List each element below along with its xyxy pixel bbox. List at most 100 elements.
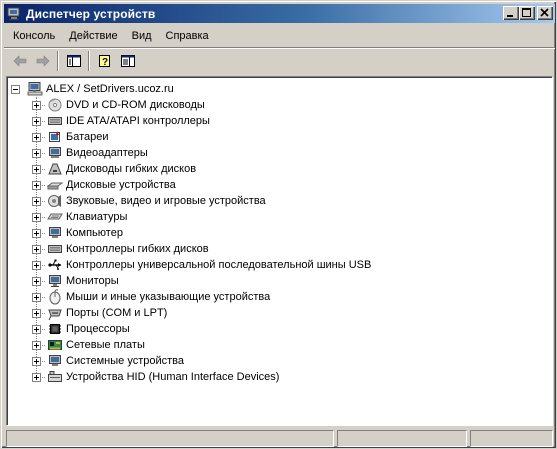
tree-item[interactable]: Устройства HID (Human Interface Devices) [7,369,547,385]
properties-icon [120,55,135,67]
status-cell-middle [337,430,467,447]
ide-controller-icon [47,113,63,129]
tree-item-label: Видеоадаптеры [66,147,148,159]
tree-root-label: ALEX / SetDrivers.ucoz.ru [46,83,174,95]
tree-item-label: Батареи [66,131,109,143]
minimize-icon [507,15,513,17]
expand-icon[interactable] [32,117,41,126]
tree-item[interactable]: Мониторы [7,273,547,289]
floppy-drive-icon [47,161,63,177]
tree-item-label: Компьютер [66,227,123,239]
collapse-icon[interactable] [11,85,20,94]
tree-item[interactable]: Видеоадаптеры [7,145,547,161]
expand-icon[interactable] [32,245,41,254]
window-title: Диспетчер устройств [26,6,156,21]
tree-item-label: Контроллеры универсальной последовательн… [66,259,372,271]
tree-item[interactable]: IDE ATA/ATAPI контроллеры [7,113,547,129]
status-bar [4,429,555,447]
toolbar-separator [88,51,90,71]
tree-item[interactable]: Дисковые устройства [7,177,547,193]
expand-icon[interactable] [32,133,41,142]
properties-button[interactable] [116,50,139,72]
tree-item-label: Сетевые платы [66,339,145,351]
tree-item[interactable]: Процессоры [7,321,547,337]
forward-button[interactable] [31,50,54,72]
title-bar[interactable]: Диспетчер устройств [4,4,555,23]
keyboard-icon [47,209,63,225]
tree-item[interactable]: Системные устройства [7,353,547,369]
toolbar-separator [57,51,59,71]
menu-action[interactable]: Действие [62,28,124,44]
help-icon: ? [98,55,110,68]
expand-icon[interactable] [32,341,41,350]
tree-item-label: Порты (COM и LPT) [66,307,168,319]
network-card-icon [47,337,63,353]
menu-bar: Консоль Действие Вид Справка [4,25,555,46]
expand-icon[interactable] [32,373,41,382]
tree-item[interactable]: Контроллеры универсальной последовательн… [7,257,547,273]
tree-root[interactable]: ALEX / SetDrivers.ucoz.ru [7,81,547,97]
tree-item[interactable]: Компьютер [7,225,547,241]
floppy-controller-icon [47,241,63,257]
expand-icon[interactable] [32,213,41,222]
expand-icon[interactable] [32,357,41,366]
tree-item[interactable]: Мыши и иные указывающие устройства [7,289,547,305]
menu-view[interactable]: Вид [125,28,159,44]
close-icon [540,8,549,17]
expand-icon[interactable] [32,277,41,286]
sound-icon [47,193,63,209]
computer-icon [27,81,43,97]
device-manager-window: Диспетчер устройств Консоль Действие Вид… [0,0,557,449]
tree-item-label: Контроллеры гибких дисков [66,243,209,255]
tree-item[interactable]: Контроллеры гибких дисков [7,241,547,257]
device-tree[interactable]: ALEX / SetDrivers.ucoz.ru DVD и CD-ROM д… [6,76,553,426]
expand-icon[interactable] [32,325,41,334]
close-button[interactable] [537,6,553,20]
tree-item[interactable]: DVD и CD-ROM дисководы [7,97,547,113]
port-icon [47,305,63,321]
expand-icon[interactable] [32,309,41,318]
monitor-icon [47,273,63,289]
show-hide-tree-button[interactable] [62,50,85,72]
show-hide-tree-icon [66,55,81,67]
tree-item[interactable]: Звуковые, видео и игровые устройства [7,193,547,209]
maximize-icon [522,8,531,17]
expand-icon[interactable] [32,261,41,270]
display-adapter-icon [47,145,63,161]
expand-icon[interactable] [32,165,41,174]
tree-item[interactable]: Клавиатуры [7,209,547,225]
toolbar: ? [4,47,555,74]
help-button[interactable]: ? [93,50,116,72]
minimize-button[interactable] [503,6,519,20]
tree-item[interactable]: Батареи [7,129,547,145]
disk-drive-icon [46,177,64,193]
battery-icon [47,129,63,145]
back-button[interactable] [8,50,31,72]
tree-item-label: Звуковые, видео и игровые устройства [66,195,266,207]
menu-help[interactable]: Справка [159,28,216,44]
device-manager-app-icon [6,6,22,22]
tree-item[interactable]: Дисководы гибких дисков [7,161,547,177]
processor-icon [47,321,63,337]
expand-icon[interactable] [32,197,41,206]
maximize-button[interactable] [519,6,535,20]
tree-item-label: Дисковые устройства [66,179,176,191]
tree-item-label: Устройства HID (Human Interface Devices) [66,371,280,383]
usb-icon [47,257,63,273]
tree-item-label: Процессоры [66,323,130,335]
tree-item[interactable]: Порты (COM и LPT) [7,305,547,321]
expand-icon[interactable] [32,229,41,238]
computer-small-icon [47,225,63,241]
expand-icon[interactable] [32,101,41,110]
expand-icon[interactable] [32,149,41,158]
tree-item-label: DVD и CD-ROM дисководы [66,99,205,111]
expand-icon[interactable] [32,293,41,302]
tree-item[interactable]: Сетевые платы [7,337,547,353]
svg-text:?: ? [102,57,108,68]
forward-icon [36,55,49,67]
menu-console[interactable]: Консоль [6,28,62,44]
tree-item-label: Мониторы [66,275,119,287]
back-icon [13,55,26,67]
expand-icon[interactable] [32,181,41,190]
tree-item-label: Мыши и иные указывающие устройства [66,291,271,303]
